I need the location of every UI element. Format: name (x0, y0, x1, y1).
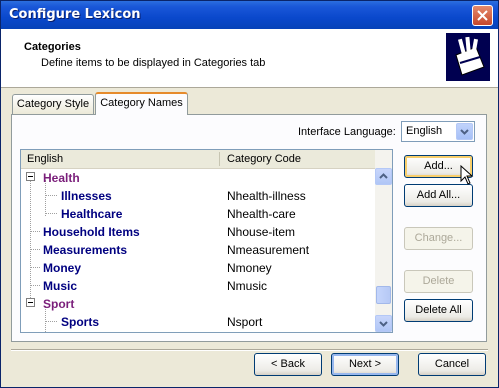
mouse-pointer-icon (460, 165, 474, 185)
tree-line (30, 231, 40, 232)
delete-button[interactable]: Delete (404, 270, 473, 293)
list-item[interactable]: Household Items Nhouse-item (21, 222, 375, 240)
item-name: Illnesses (61, 189, 112, 203)
list-header: English Category Code (21, 150, 375, 169)
tab-category-style[interactable]: Category Style (12, 94, 94, 114)
item-code: Nhouse-item (227, 225, 296, 239)
collapse-icon[interactable] (26, 172, 35, 181)
list-item[interactable]: Sport (21, 294, 375, 312)
tree-line (30, 285, 40, 286)
column-header-english[interactable]: English (27, 153, 63, 165)
configure-lexicon-dialog: Configure Lexicon Categories Define item… (0, 0, 499, 388)
interface-language-label: Interface Language: (298, 126, 396, 138)
category-list[interactable]: English Category Code Health Illnesses N… (20, 149, 393, 333)
item-code: Nhealth-care (227, 207, 296, 221)
collapse-icon[interactable] (26, 298, 35, 307)
item-code: Nsport (227, 315, 263, 329)
back-button[interactable]: < Back (254, 353, 322, 376)
list-item[interactable]: Healthcare Nhealth-care (21, 204, 375, 222)
footer-divider (11, 349, 488, 351)
tab-category-names[interactable]: Category Names (95, 92, 188, 115)
item-name: Sports (61, 315, 100, 329)
item-name: Money (43, 261, 82, 275)
close-icon (477, 10, 488, 21)
item-code: Nmoney (227, 261, 272, 275)
tab-label: Category Names (100, 97, 183, 109)
add-all-button[interactable]: Add All... (404, 184, 473, 207)
column-separator[interactable] (219, 152, 220, 166)
item-code: Nmeasurement (227, 243, 310, 257)
tree-line (30, 249, 40, 250)
title-bar[interactable]: Configure Lexicon (1, 1, 498, 29)
delete-all-button[interactable]: Delete All (404, 299, 473, 322)
item-name: Measurements (43, 243, 128, 257)
selected-language: English (406, 125, 443, 137)
group-name: Sport (43, 297, 75, 311)
item-name: Music (43, 279, 78, 293)
tree-line (30, 267, 40, 268)
chevron-down-icon[interactable] (456, 123, 473, 140)
vertical-scrollbar[interactable] (375, 150, 392, 332)
list-item[interactable]: Money Nmoney (21, 258, 375, 276)
list-item[interactable]: Health (21, 168, 375, 186)
list-item[interactable]: Measurements Nmeasurement (21, 240, 375, 258)
tree-line (45, 195, 57, 196)
list-item[interactable]: Music Nmusic (21, 276, 375, 294)
item-name: Healthcare (61, 207, 123, 221)
item-code: Nhealth-illness (227, 189, 306, 203)
header-title: Categories (24, 41, 81, 53)
cancel-button[interactable]: Cancel (418, 353, 486, 376)
column-header-category-code[interactable]: Category Code (227, 153, 301, 165)
item-code: Nmusic (227, 279, 268, 293)
tree-line (45, 321, 57, 322)
header-subtitle: Define items to be displayed in Categori… (41, 57, 266, 69)
next-button[interactable]: Next > (331, 353, 399, 376)
close-button[interactable] (472, 5, 493, 26)
folder-chart-icon (446, 33, 490, 81)
chevron-down-icon (379, 321, 388, 327)
item-name: Household Items (43, 225, 140, 239)
scroll-thumb[interactable] (376, 286, 391, 304)
group-name: Health (43, 171, 80, 185)
list-item[interactable]: Illnesses Nhealth-illness (21, 186, 375, 204)
scroll-down-button[interactable] (375, 315, 392, 332)
tree-line (45, 213, 57, 214)
chevron-up-icon (379, 173, 388, 179)
interface-language-select[interactable]: English (401, 121, 475, 142)
list-item[interactable]: Sports Nsport (21, 312, 375, 330)
wizard-header: Categories Define items to be displayed … (1, 29, 498, 88)
window-title: Configure Lexicon (9, 7, 141, 22)
tab-label: Category Style (16, 98, 90, 110)
change-button[interactable]: Change... (404, 227, 473, 250)
scroll-up-button[interactable] (375, 168, 392, 185)
